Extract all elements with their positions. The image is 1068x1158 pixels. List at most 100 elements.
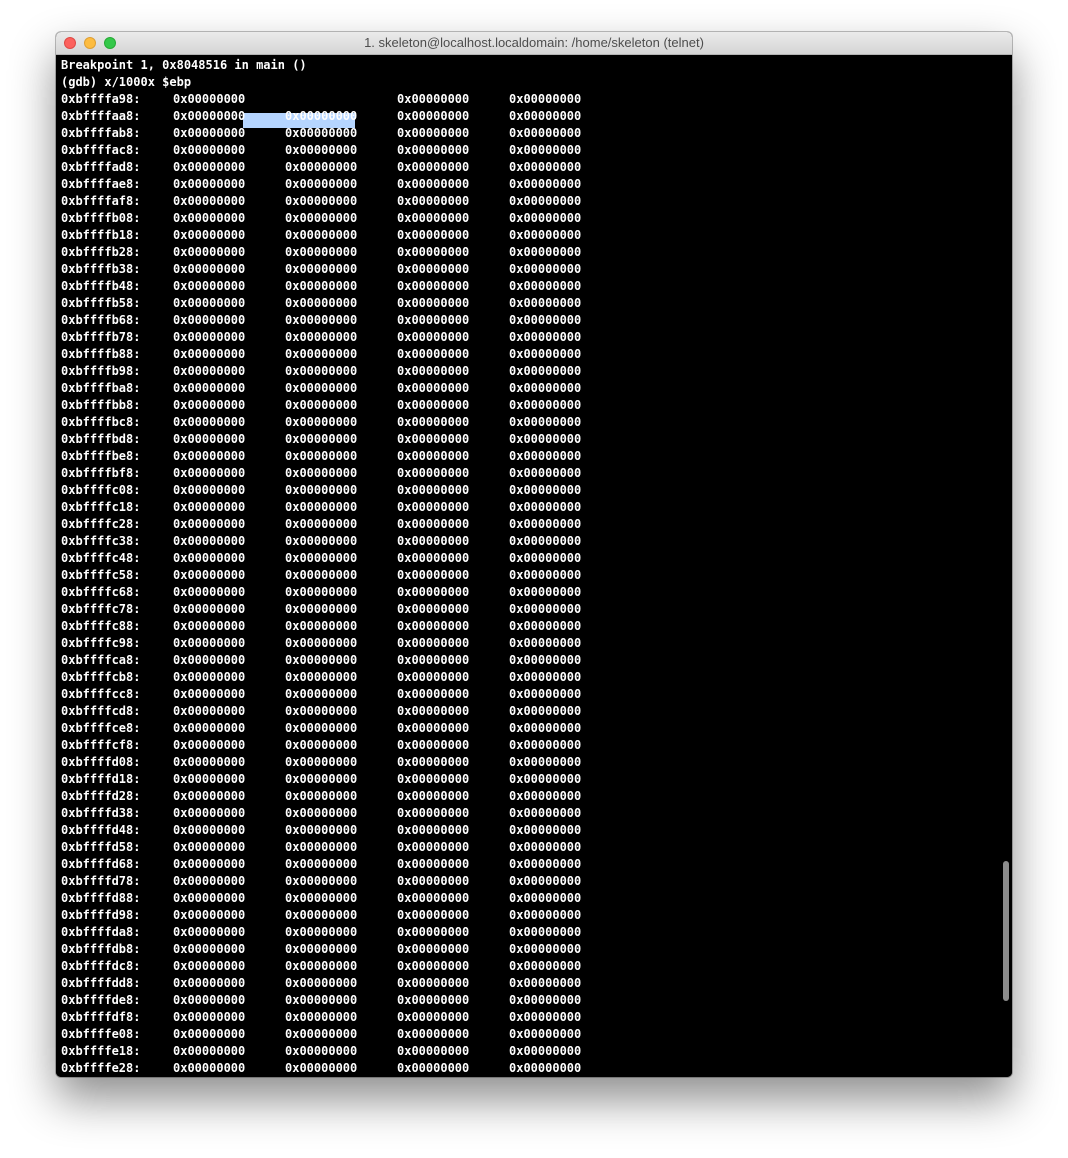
memory-value: 0x00000000 [173,1044,246,1058]
memory-value: 0x00000000 [509,942,582,956]
memory-address: 0xbffffb08: [61,211,141,225]
memory-value: 0x00000000 [285,330,358,344]
memory-value: 0x00000000 [173,296,246,310]
window-title: 1. skeleton@localhost.localdomain: /home… [364,35,704,50]
memory-value: 0x00000000 [285,823,358,837]
memory-address: 0xbffffd38: [61,806,141,820]
memory-value: 0x00000000 [509,483,582,497]
memory-value: 0x00000000 [397,279,470,293]
memory-value: 0x00000000 [397,721,470,735]
memory-address: 0xbffffc88: [61,619,141,633]
memory-address: 0xbffffae8: [61,177,141,191]
memory-value: 0x00000000 [285,976,358,990]
memory-value: 0x00000000 [509,466,582,480]
memory-value: 0x00000000 [509,194,582,208]
memory-address: 0xbffffa98: [61,92,141,106]
memory-address: 0xbffffda8: [61,925,141,939]
memory-value: 0x00000000 [285,466,358,480]
memory-value: 0x00000000 [397,959,470,973]
memory-value: 0x00000000 [397,806,470,820]
memory-address: 0xbffffcf8: [61,738,141,752]
memory-value: 0x00000000 [285,432,358,446]
memory-value: 0x00000000 [509,245,582,259]
memory-address: 0xbffffab8: [61,126,141,140]
memory-value: 0x00000000 [397,364,470,378]
memory-value: 0x00000000 [509,602,582,616]
memory-address: 0xbffffcb8: [61,670,141,684]
memory-address: 0xbffffd28: [61,789,141,803]
memory-value: 0x00000000 [397,619,470,633]
memory-address: 0xbffffac8: [61,143,141,157]
memory-value: 0x00000000 [509,840,582,854]
memory-value: 0x00000000 [173,262,246,276]
memory-value: 0x00000000 [397,228,470,242]
memory-address: 0xbffffe18: [61,1044,141,1058]
memory-value: 0x00000000 [285,398,358,412]
memory-value: 0x00000000 [173,823,246,837]
memory-value: 0x00000000 [509,653,582,667]
memory-value: 0x00000000 [397,296,470,310]
memory-address: 0xbffffd18: [61,772,141,786]
memory-value: 0x00000000 [285,942,358,956]
memory-address: 0xbffffbd8: [61,432,141,446]
memory-value: 0x00000000 [509,925,582,939]
memory-value: 0x00000000 [173,245,246,259]
memory-value: 0x00000000 [285,534,358,548]
memory-value: 0x00000000 [173,449,246,463]
memory-value: 0x00000000 [173,721,246,735]
memory-value: 0x00000000 [397,874,470,888]
memory-value: 0x00000000 [397,1027,470,1041]
memory-value: 0x00000000 [509,1061,582,1075]
memory-value: 0x00000000 [285,755,358,769]
memory-value: 0x00000000 [509,976,582,990]
memory-value: 0x00000000 [509,415,582,429]
memory-value: 0x00000000 [285,1044,358,1058]
terminal-window: 1. skeleton@localhost.localdomain: /home… [56,32,1012,1077]
memory-value: 0x00000000 [173,500,246,514]
memory-value: 0x00000000 [509,517,582,531]
memory-value: 0x00000000 [285,517,358,531]
memory-value: 0x00000000 [285,772,358,786]
memory-value: 0x00000000 [285,551,358,565]
title-bar[interactable]: 1. skeleton@localhost.localdomain: /home… [56,32,1012,55]
memory-value: 0x00000000 [285,568,358,582]
memory-value: 0x00000000 [397,857,470,871]
vertical-scrollbar[interactable] [1003,861,1009,1001]
memory-value: 0x00000000 [173,806,246,820]
memory-value: 0x00000000 [173,415,246,429]
memory-value: 0x00000000 [397,483,470,497]
terminal-output[interactable]: Breakpoint 1, 0x8048516 in main () (gdb)… [56,55,1012,1077]
memory-value: 0x00000000 [173,755,246,769]
memory-value: 0x00000000 [173,840,246,854]
memory-value: 0x00000000 [397,126,470,140]
memory-value: 0x00000000 [285,738,358,752]
memory-value: 0x00000000 [397,466,470,480]
memory-address: 0xbffffdd8: [61,976,141,990]
memory-value: 0x00000000 [285,670,358,684]
memory-value: 0x00000000 [173,466,246,480]
memory-value: 0x00000000 [285,653,358,667]
memory-value: 0x00000000 [173,636,246,650]
memory-address: 0xbffffb18: [61,228,141,242]
memory-value: 0x00000000 [173,602,246,616]
memory-value: 0x00000000 [397,568,470,582]
memory-value: 0x00000000 [173,398,246,412]
memory-value: 0x00000000 [173,517,246,531]
memory-value: 0x00000000 [509,619,582,633]
memory-value: 0x00000000 [173,942,246,956]
memory-address: 0xbffffde8: [61,993,141,1007]
memory-value: 0x00000000 [397,823,470,837]
memory-value: 0x00000000 [397,534,470,548]
memory-value: 0x00000000 [285,993,358,1007]
memory-value: 0x00000000 [397,500,470,514]
memory-address: 0xbffffca8: [61,653,141,667]
memory-address: 0xbffffc28: [61,517,141,531]
memory-address: 0xbffffbb8: [61,398,141,412]
memory-value: 0x00000000 [397,687,470,701]
memory-value: 0x00000000 [285,1061,358,1075]
memory-value: 0x00000000 [285,194,358,208]
gdb-command-line: (gdb) x/1000x $ebp [61,75,192,89]
memory-value: 0x00000000 [397,789,470,803]
memory-value: 0x00000000 [509,585,582,599]
memory-address: 0xbffffc48: [61,551,141,565]
